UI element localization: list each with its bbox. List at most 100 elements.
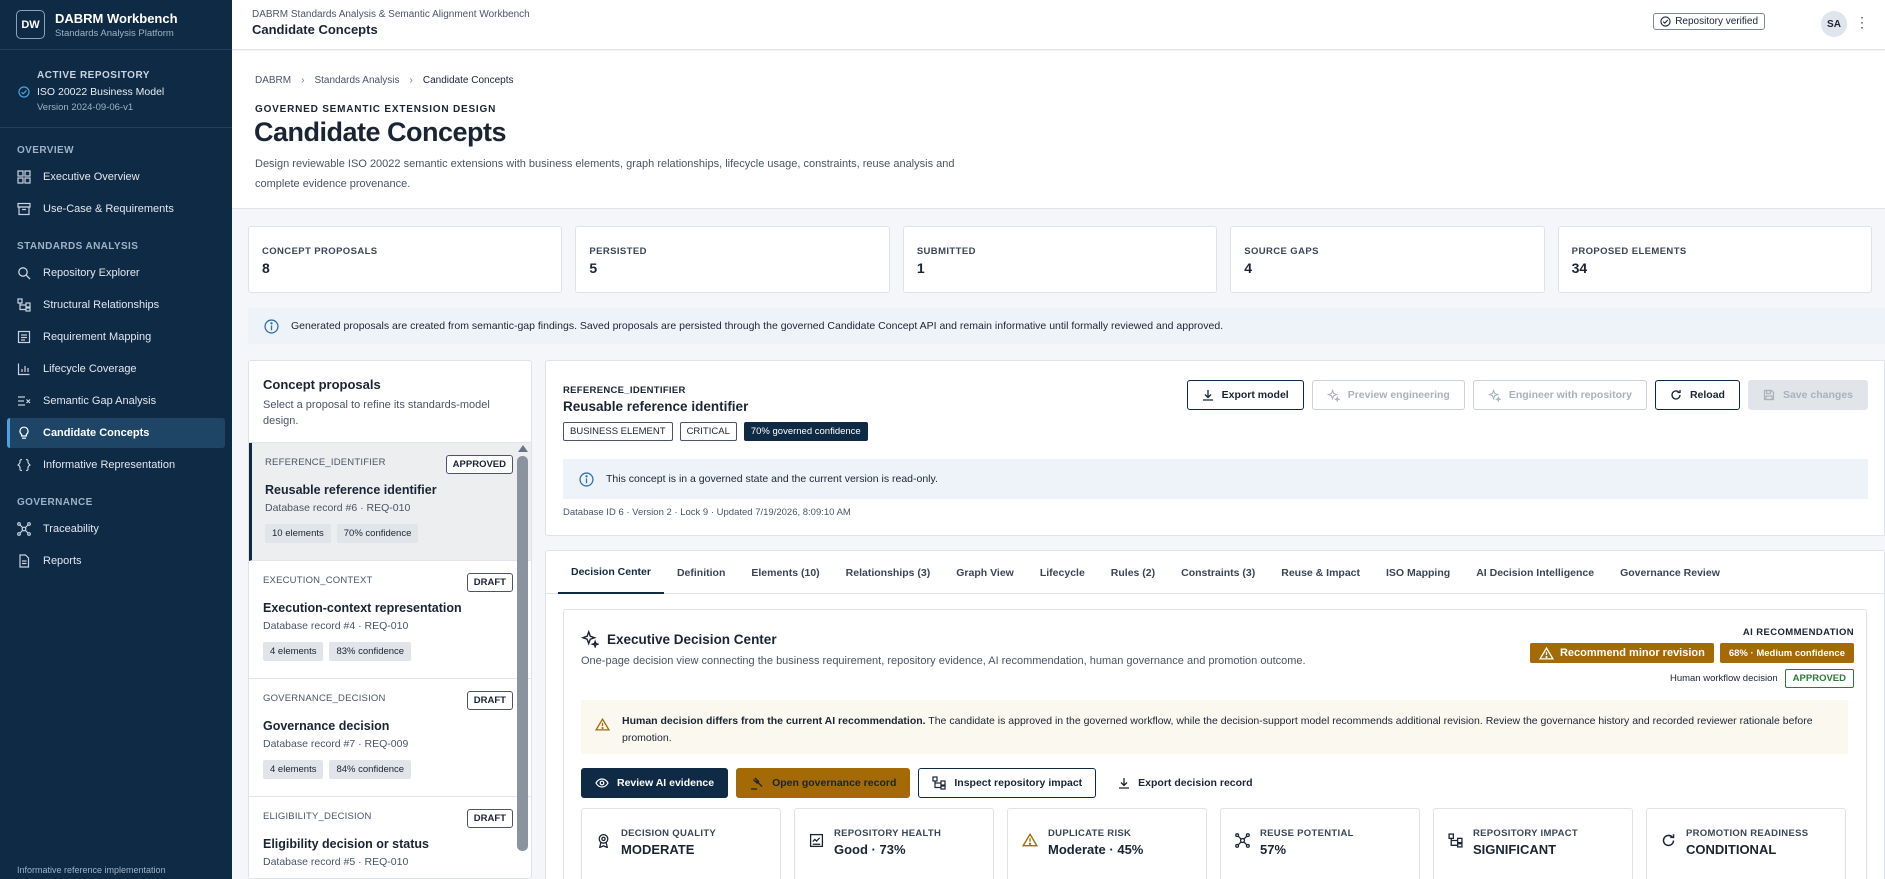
metric-value: Good · 73% xyxy=(834,842,906,857)
tab-decision-center[interactable]: Decision Center xyxy=(558,551,664,594)
export-model-button[interactable]: Export model xyxy=(1186,380,1304,410)
confidence-badge: 70% governed confidence xyxy=(743,422,868,441)
sidebar-footer: Informative reference implementation xyxy=(17,865,166,875)
ai-confidence-badge: 68% · Medium confidence xyxy=(1719,643,1854,663)
refresh-icon xyxy=(1671,390,1681,400)
sidebar-item-label: Repository Explorer xyxy=(43,267,140,279)
decision-actions: Review AI evidence Open governance recor… xyxy=(581,768,1275,798)
proposal-item[interactable]: EXECUTION_CONTEXT DRAFT Execution-contex… xyxy=(249,561,531,679)
open-governance-record-button[interactable]: Open governance record xyxy=(736,768,911,798)
download-icon xyxy=(1119,778,1130,789)
sidebar-item-structural[interactable]: Structural Relationships xyxy=(7,290,225,320)
button-label: Inspect repository impact xyxy=(954,777,1083,789)
sidebar-item-requirement-mapping[interactable]: Requirement Mapping xyxy=(7,322,225,352)
tab-lifecycle[interactable]: Lifecycle xyxy=(1027,551,1098,594)
user-avatar[interactable]: SA xyxy=(1821,11,1847,37)
save-changes-button[interactable]: Save changes xyxy=(1747,380,1868,410)
tab-governance-review[interactable]: Governance Review xyxy=(1607,551,1733,594)
scroll-up-arrow-icon[interactable] xyxy=(517,445,528,452)
concept-badges: BUSINESS ELEMENT CRITICAL 70% governed c… xyxy=(563,422,875,441)
review-ai-evidence-button[interactable]: Review AI evidence xyxy=(581,768,729,798)
tab-iso-mapping[interactable]: ISO Mapping xyxy=(1373,551,1463,594)
repo-version: Version 2024-09-06-v1 xyxy=(37,102,134,113)
repo-label: ACTIVE REPOSITORY xyxy=(37,70,150,81)
app-title: DABRM Workbench xyxy=(55,10,178,26)
proposal-item[interactable]: REFERENCE_IDENTIFIER APPROVED Reusable r… xyxy=(249,443,531,561)
proposal-record: Database record #7 · REQ-009 xyxy=(263,738,409,750)
network-icon xyxy=(1235,833,1250,848)
tab-constraints[interactable]: Constraints (3) xyxy=(1168,551,1268,594)
proposal-item[interactable]: GOVERNANCE_DECISION DRAFT Governance dec… xyxy=(249,679,531,797)
sidebar-item-lifecycle[interactable]: Lifecycle Coverage xyxy=(7,354,225,384)
repository-verified-badge[interactable]: Repository verified xyxy=(1653,13,1765,30)
button-label: Reload xyxy=(1689,389,1725,401)
export-decision-record-button[interactable]: Export decision record xyxy=(1104,768,1267,798)
concept-detail-card: REFERENCE_IDENTIFIER Reusable reference … xyxy=(545,360,1885,536)
sidebar-item-label: Semantic Gap Analysis xyxy=(43,395,157,407)
stat-card-submitted: SUBMITTED 1 xyxy=(902,226,1218,293)
save-icon xyxy=(1763,389,1775,401)
button-label: Export model xyxy=(1221,389,1289,401)
tab-elements[interactable]: Elements (10) xyxy=(738,551,832,594)
confidence-chip: 84% confidence xyxy=(329,760,412,779)
concept-key: REFERENCE_IDENTIFIER xyxy=(563,385,686,396)
network-icon xyxy=(17,522,31,536)
sidebar-item-candidate-concepts[interactable]: Candidate Concepts xyxy=(7,418,225,448)
preview-engineering-button[interactable]: Preview engineering xyxy=(1311,380,1465,410)
tab-ai-decision-intelligence[interactable]: AI Decision Intelligence xyxy=(1463,551,1607,594)
ai-recommendation: Recommend minor revision 68% · Medium co… xyxy=(1524,643,1854,663)
breadcrumb-item-dabrm[interactable]: DABRM xyxy=(255,75,291,86)
inspect-repository-impact-button[interactable]: Inspect repository impact xyxy=(918,768,1097,798)
more-menu-icon[interactable]: ⋮ xyxy=(1855,14,1869,31)
page-eyebrow: GOVERNED SEMANTIC EXTENSION DESIGN xyxy=(255,104,497,115)
ai-recommendation-label: AI RECOMMENDATION xyxy=(1742,627,1854,638)
sidebar-item-repository-explorer[interactable]: Repository Explorer xyxy=(7,258,225,288)
confidence-chip: 83% confidence xyxy=(329,642,412,661)
ai-recommendation-text: Recommend minor revision xyxy=(1559,647,1705,659)
proposal-item[interactable]: ELIGIBILITY_DECISION DRAFT Eligibility d… xyxy=(249,797,531,878)
approved-badge: APPROVED xyxy=(1784,669,1854,688)
tab-definition[interactable]: Definition xyxy=(664,551,738,594)
repo-name: ISO 20022 Business Model xyxy=(37,86,165,98)
scroll-thumb[interactable] xyxy=(517,456,528,851)
page-description: Design reviewable ISO 20022 semantic ext… xyxy=(255,158,955,190)
sidebar-item-reports[interactable]: Reports xyxy=(7,546,225,576)
refresh-icon xyxy=(1662,834,1675,847)
concept-actions: Export model Preview engineering Enginee… xyxy=(1179,380,1868,410)
engineer-with-repository-button[interactable]: Engineer with repository xyxy=(1472,380,1647,410)
proposal-record: Database record #5 · REQ-010 xyxy=(263,856,409,868)
tab-reuse-impact[interactable]: Reuse & Impact xyxy=(1268,551,1373,594)
confidence-chip: 70% confidence xyxy=(336,524,419,543)
sparkle-icon xyxy=(1326,388,1340,402)
stat-label: CONCEPT PROPOSALS xyxy=(262,246,378,257)
stat-value: 4 xyxy=(1244,260,1253,276)
nav-section-governance: GOVERNANCE xyxy=(17,497,93,508)
tab-graph-view[interactable]: Graph View xyxy=(943,551,1027,594)
metric-repository-health: REPOSITORY HEALTH Good · 73% xyxy=(794,808,994,879)
tab-bar: Decision Center Definition Elements (10)… xyxy=(546,551,1884,594)
sidebar-item-executive-overview[interactable]: Executive Overview xyxy=(7,162,225,192)
button-label: Review AI evidence xyxy=(617,777,715,789)
list-scrollbar[interactable] xyxy=(517,441,528,851)
stat-label: SOURCE GAPS xyxy=(1244,246,1319,257)
proposal-title: Reusable reference identifier xyxy=(265,483,437,497)
tab-relationships[interactable]: Relationships (3) xyxy=(833,551,944,594)
sidebar-item-use-case[interactable]: Use-Case & Requirements xyxy=(7,194,225,224)
proposal-record: Database record #4 · REQ-010 xyxy=(263,620,409,632)
ai-recommendation-badge: Recommend minor revision xyxy=(1529,643,1714,663)
sidebar-item-traceability[interactable]: Traceability xyxy=(7,514,225,544)
sidebar-item-label: Requirement Mapping xyxy=(43,331,152,343)
sidebar-item-informative[interactable]: Informative Representation xyxy=(7,450,225,480)
hierarchy-icon xyxy=(17,298,31,312)
info-banner-text: Generated proposals are created from sem… xyxy=(291,320,1224,332)
reload-button[interactable]: Reload xyxy=(1654,380,1740,410)
brand[interactable]: DW DABRM Workbench Standards Analysis Pl… xyxy=(0,0,232,50)
tab-rules[interactable]: Rules (2) xyxy=(1098,551,1168,594)
metric-label: REPOSITORY HEALTH xyxy=(834,828,942,839)
sidebar-item-semantic-gap[interactable]: Semantic Gap Analysis xyxy=(7,386,225,416)
exec-description: One-page decision view connecting the bu… xyxy=(581,655,1306,667)
breadcrumb-item-standards[interactable]: Standards Analysis xyxy=(314,75,399,86)
stat-card-proposed-elements: PROPOSED ELEMENTS 34 xyxy=(1557,226,1873,293)
metric-value: SIGNIFICANT xyxy=(1473,842,1557,857)
page-header: DABRM › Standards Analysis › Candidate C… xyxy=(232,51,1885,209)
